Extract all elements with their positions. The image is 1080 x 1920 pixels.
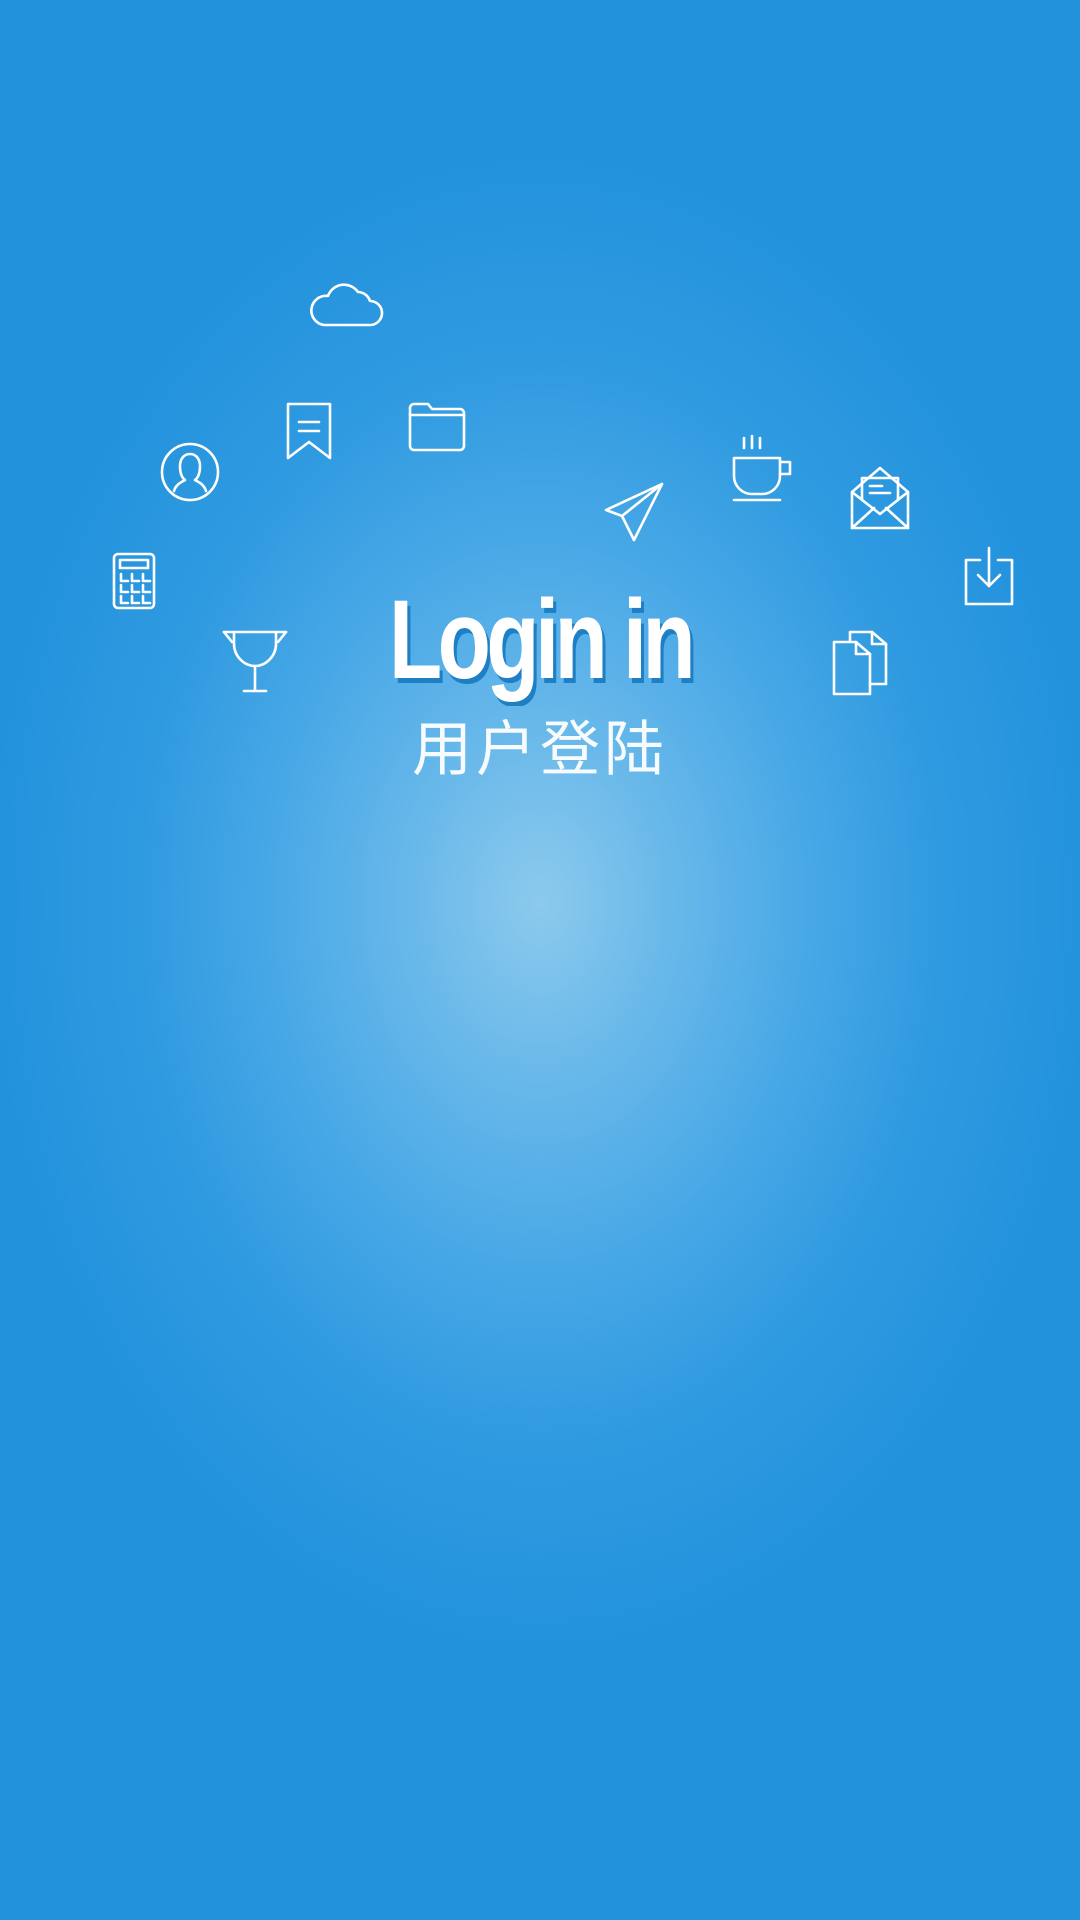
coffee-cup-icon: [732, 434, 792, 502]
folder-icon: [408, 402, 466, 452]
user-icon: [160, 442, 220, 502]
cloud-icon: [308, 278, 384, 328]
login-splash-screen: Login in 用户登陆: [0, 0, 1080, 1920]
envelope-icon: [850, 462, 910, 530]
login-subtitle: 用户登陆: [412, 715, 668, 785]
download-icon: [964, 546, 1014, 606]
bookmark-icon: [286, 402, 332, 460]
paper-plane-icon: [604, 482, 664, 542]
login-title: Login in: [388, 577, 696, 702]
